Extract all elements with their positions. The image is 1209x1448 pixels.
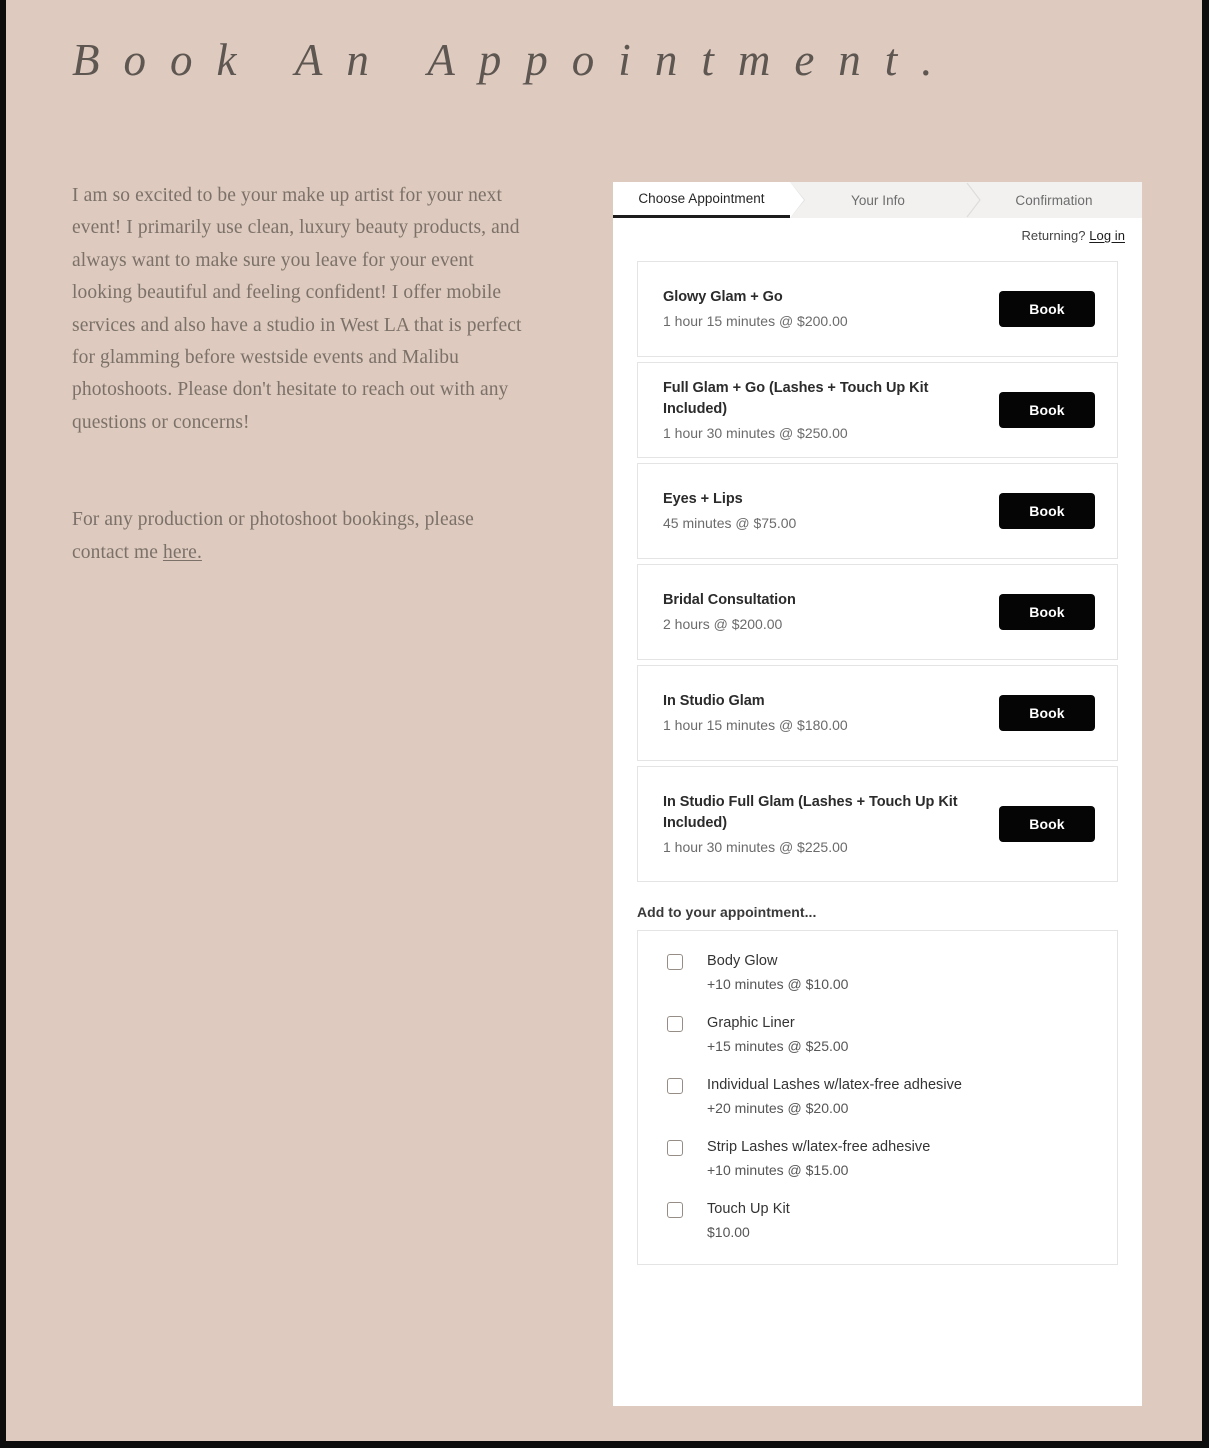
tab-choose-appointment-label: Choose Appointment	[638, 191, 765, 206]
service-info: Eyes + Lips 45 minutes @ $75.00	[663, 489, 999, 533]
addon-meta: $10.00	[707, 1224, 750, 1240]
service-name: Full Glam + Go (Lashes + Touch Up Kit In…	[663, 379, 929, 417]
service-name: In Studio Full Glam (Lashes + Touch Up K…	[663, 793, 958, 831]
addon-row[interactable]: Touch Up Kit $10.00	[638, 1199, 1117, 1242]
tab-choose-appointment[interactable]: Choose Appointment	[613, 182, 805, 218]
contact-here-link[interactable]: here.	[163, 542, 202, 563]
tab-your-info[interactable]: Your Info	[790, 182, 966, 218]
book-button[interactable]: Book	[999, 493, 1095, 529]
addon-name: Individual Lashes w/latex-free adhesive	[707, 1077, 963, 1093]
service-meta: 1 hour 30 minutes @ $250.00	[663, 424, 848, 441]
log-in-link[interactable]: Log in	[1089, 228, 1125, 243]
addon-row[interactable]: Graphic Liner +15 minutes @ $25.00	[638, 1013, 1117, 1056]
service-list: Glowy Glam + Go 1 hour 15 minutes @ $200…	[637, 261, 1118, 882]
service-meta: 1 hour 30 minutes @ $225.00	[663, 838, 848, 855]
service-meta: 1 hour 15 minutes @ $200.00	[663, 313, 848, 329]
addon-name: Body Glow	[707, 953, 778, 969]
addons-list: Body Glow +10 minutes @ $10.00 Graphic L…	[637, 930, 1118, 1265]
booking-widget: Choose Appointment Your Info Confirmatio…	[613, 182, 1142, 1406]
addon-checkbox[interactable]	[667, 954, 683, 970]
service-meta: 2 hours @ $200.00	[663, 616, 783, 632]
service-name: Glowy Glam + Go	[663, 289, 783, 305]
addon-meta: +10 minutes @ $10.00	[707, 976, 849, 992]
book-button[interactable]: Book	[999, 392, 1095, 428]
addon-name: Graphic Liner	[707, 1015, 795, 1031]
addon-row[interactable]: Individual Lashes w/latex-free adhesive …	[638, 1075, 1117, 1118]
addon-info: Touch Up Kit $10.00	[707, 1199, 790, 1242]
service-card[interactable]: In Studio Glam 1 hour 15 minutes @ $180.…	[637, 665, 1118, 761]
browser-frame: Book An Appointment. I am so excited to …	[0, 0, 1209, 1448]
service-info: In Studio Full Glam (Lashes + Touch Up K…	[663, 792, 999, 857]
service-card[interactable]: Eyes + Lips 45 minutes @ $75.00 Book	[637, 463, 1118, 559]
service-card[interactable]: Full Glam + Go (Lashes + Touch Up Kit In…	[637, 362, 1118, 458]
book-button[interactable]: Book	[999, 291, 1095, 327]
addon-row[interactable]: Strip Lashes w/latex-free adhesive +10 m…	[638, 1137, 1117, 1180]
booking-step-tabs: Choose Appointment Your Info Confirmatio…	[613, 182, 1142, 218]
addon-meta: +15 minutes @ $25.00	[707, 1038, 849, 1054]
book-button[interactable]: Book	[999, 594, 1095, 630]
intro-column: I am so excited to be your make up artis…	[72, 180, 524, 569]
tab-confirmation[interactable]: Confirmation	[966, 182, 1142, 218]
service-name: In Studio Glam	[663, 693, 765, 709]
returning-prompt: Returning?	[1021, 228, 1086, 243]
addon-name: Strip Lashes w/latex-free adhesive	[707, 1139, 931, 1155]
service-meta: 1 hour 15 minutes @ $180.00	[663, 717, 848, 733]
book-button[interactable]: Book	[999, 695, 1095, 731]
addon-checkbox[interactable]	[667, 1202, 683, 1218]
service-card[interactable]: Glowy Glam + Go 1 hour 15 minutes @ $200…	[637, 261, 1118, 357]
service-meta: 45 minutes @ $75.00	[663, 515, 797, 531]
service-info: In Studio Glam 1 hour 15 minutes @ $180.…	[663, 691, 999, 735]
addon-row[interactable]: Body Glow +10 minutes @ $10.00	[638, 951, 1117, 994]
addon-name: Touch Up Kit	[707, 1201, 790, 1217]
addon-meta: +20 minutes @ $20.00	[707, 1100, 849, 1116]
service-info: Full Glam + Go (Lashes + Touch Up Kit In…	[663, 378, 999, 443]
intro-paragraph-secondary: For any production or photoshoot booking…	[72, 504, 524, 569]
addon-checkbox[interactable]	[667, 1016, 683, 1032]
service-name: Eyes + Lips	[663, 491, 743, 507]
addon-checkbox[interactable]	[667, 1078, 683, 1094]
addon-info: Individual Lashes w/latex-free adhesive …	[707, 1075, 962, 1118]
addon-checkbox[interactable]	[667, 1140, 683, 1156]
service-info: Bridal Consultation 2 hours @ $200.00	[663, 590, 999, 634]
tab-confirmation-label: Confirmation	[1015, 192, 1093, 208]
tab-your-info-label: Your Info	[851, 192, 905, 208]
service-card[interactable]: Bridal Consultation 2 hours @ $200.00 Bo…	[637, 564, 1118, 660]
addon-meta: +10 minutes @ $15.00	[707, 1162, 849, 1178]
addon-info: Body Glow +10 minutes @ $10.00	[707, 951, 848, 994]
book-button[interactable]: Book	[999, 806, 1095, 842]
addon-info: Strip Lashes w/latex-free adhesive +10 m…	[707, 1137, 930, 1180]
addons-heading: Add to your appointment...	[637, 904, 817, 920]
returning-user-row: Returning? Log in	[613, 218, 1142, 243]
page-title: Book An Appointment.	[72, 35, 957, 85]
service-info: Glowy Glam + Go 1 hour 15 minutes @ $200…	[663, 287, 999, 331]
intro-paragraph-secondary-text: For any production or photoshoot booking…	[72, 509, 474, 563]
page-body: Book An Appointment. I am so excited to …	[6, 0, 1202, 1441]
service-name: Bridal Consultation	[663, 592, 796, 608]
service-card[interactable]: In Studio Full Glam (Lashes + Touch Up K…	[637, 766, 1118, 882]
intro-paragraph-primary: I am so excited to be your make up artis…	[72, 185, 522, 433]
addon-info: Graphic Liner +15 minutes @ $25.00	[707, 1013, 848, 1056]
